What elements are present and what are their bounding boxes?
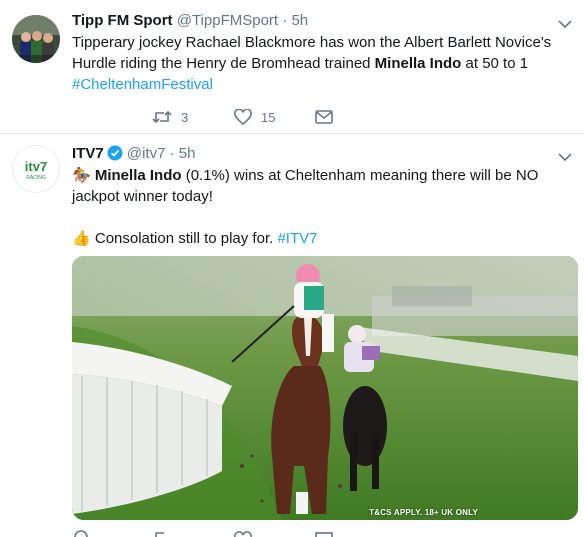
separator-dot: · (169, 145, 175, 162)
retweet-icon[interactable] (152, 527, 172, 537)
retweet-icon (152, 110, 172, 124)
user-handle[interactable]: @itv7 (127, 145, 166, 162)
avatar[interactable]: itv7 RACING (12, 145, 60, 193)
direct-message-button[interactable] (315, 107, 333, 127)
tweet-text: Tipperary jockey Rachael Blackmore has w… (72, 32, 574, 95)
separator-dot: · (282, 12, 288, 29)
thumbs-up-emoji: 👍 (72, 230, 91, 247)
user-handle[interactable]: @TippFMSport (177, 12, 278, 29)
display-name[interactable]: ITV7 (72, 145, 104, 162)
hashtag-link[interactable]: #ITV7 (277, 230, 317, 247)
reply-button[interactable] (72, 107, 99, 127)
heart-icon (234, 109, 252, 125)
media-caption: T&CS APPLY. 18+ UK ONLY (369, 508, 478, 517)
tweet-itv7[interactable]: itv7 RACING ITV7 @itv7 · 5h 🏇 Minella In… (0, 133, 584, 537)
reply-icon[interactable] (72, 527, 90, 537)
tweet-text-bold: Minella Indo (94, 167, 182, 184)
heart-icon[interactable] (234, 527, 252, 537)
envelope-icon[interactable] (315, 527, 333, 537)
itv7-logo-subtext: RACING (26, 175, 46, 181)
retweet-button[interactable]: 3 (152, 107, 188, 127)
verified-badge-icon (107, 145, 123, 161)
tweet-tipp-fm-sport[interactable]: Tipp FM Sport @TippFMSport · 5h Tipperar… (0, 0, 584, 133)
horse-racing-emoji: 🏇 (72, 167, 91, 184)
envelope-icon (315, 110, 333, 124)
chevron-down-icon[interactable] (558, 19, 572, 29)
like-button[interactable]: 15 (234, 107, 275, 127)
itv7-logo-text: itv7 (25, 159, 47, 174)
retweet-count: 3 (181, 109, 189, 125)
tweet-header: Tipp FM Sport @TippFMSport · 5h (72, 11, 308, 31)
tweet-media-image[interactable]: T&CS APPLY. 18+ UK ONLY (72, 256, 578, 520)
hashtag-link[interactable]: #CheltenhamFestival (72, 76, 213, 93)
chevron-down-icon[interactable] (558, 152, 572, 162)
tweet-actions: 3 15 (72, 107, 372, 127)
tweet-text-part: at 50 to 1 (461, 55, 529, 72)
timestamp[interactable]: 5h (179, 145, 196, 162)
tweet-text-part: Consolation still to play for. (90, 230, 278, 247)
tweet-header: ITV7 @itv7 · 5h (72, 144, 195, 164)
avatar[interactable] (12, 15, 60, 63)
like-count: 15 (261, 109, 276, 125)
display-name[interactable]: Tipp FM Sport (72, 12, 173, 29)
tweet-text-bold: Minella Indo (374, 55, 462, 72)
reply-icon (72, 108, 90, 126)
timestamp[interactable]: 5h (291, 12, 308, 29)
horse-racing-photo (72, 256, 578, 520)
tweet-actions (72, 527, 372, 537)
tweet-text: 🏇 Minella Indo (0.1%) wins at Cheltenham… (72, 165, 574, 249)
